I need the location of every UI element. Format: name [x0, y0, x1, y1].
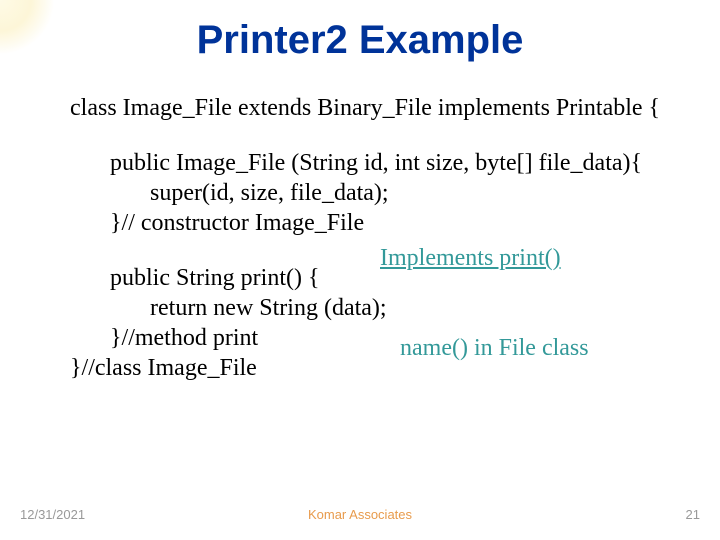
footer-org: Komar Associates — [0, 507, 720, 522]
footer-page-number: 21 — [686, 507, 700, 522]
code-line: }//method print — [110, 323, 680, 353]
decorative-corner — [0, 0, 55, 55]
annotation-name: name() in File class — [400, 335, 589, 362]
code-line-classdecl: class Image_File extends Binary_File imp… — [70, 93, 680, 123]
code-block-print: public String print() { return new Strin… — [70, 263, 680, 383]
slide-title: Printer2 Example — [0, 0, 720, 73]
code-content: class Image_File extends Binary_File imp… — [0, 93, 720, 383]
code-line: }// constructor Image_File — [110, 208, 680, 238]
code-line: public Image_File (String id, int size, … — [110, 148, 680, 178]
code-line: return new String (data); — [110, 293, 680, 323]
code-block-constructor: public Image_File (String id, int size, … — [70, 148, 680, 238]
code-line: super(id, size, file_data); — [110, 178, 680, 208]
slide: Printer2 Example class Image_File extend… — [0, 0, 720, 540]
annotation-implements: Implements print() — [380, 245, 561, 272]
